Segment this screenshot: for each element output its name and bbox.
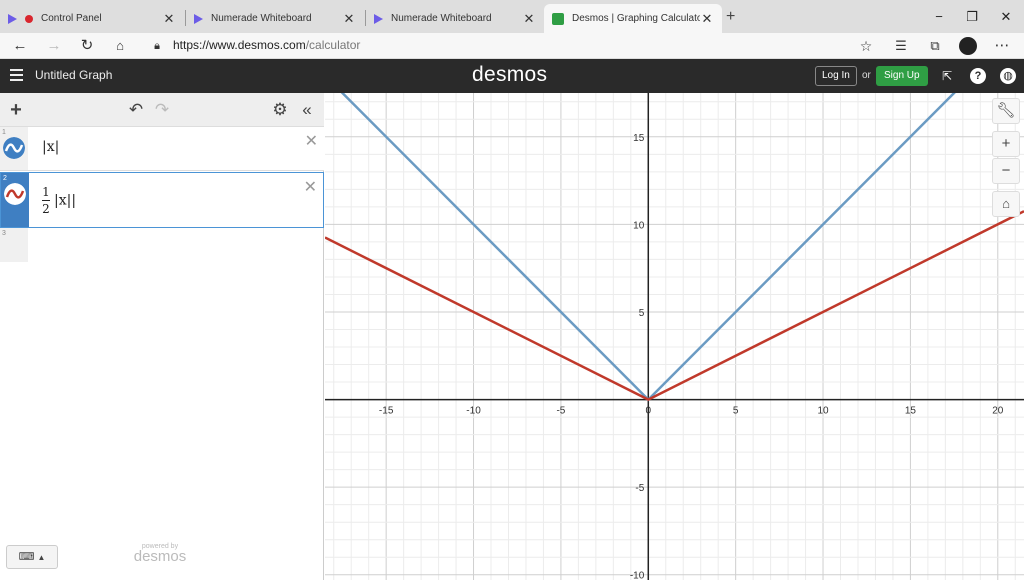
expression-number: 2: [3, 175, 7, 182]
desmos-favicon-icon: [552, 12, 564, 25]
expression-row-2[interactable]: 2 1 2 |x|| ✕: [0, 172, 324, 228]
fraction-denominator: 2: [42, 202, 50, 216]
refresh-icon[interactable]: ↻: [77, 36, 97, 56]
y-tick-label: 15: [633, 133, 645, 144]
settings-gear-icon[interactable]: ⚙: [270, 99, 290, 121]
y-tick-label: 10: [633, 220, 645, 231]
address-bar-row: ← → ↻ ⌂ 🔒︎ https://www.desmos.com/calcul…: [0, 33, 1024, 59]
x-tick-label: 5: [733, 406, 739, 417]
expression-number: 3: [2, 230, 6, 237]
fraction-bar: [42, 200, 50, 201]
home-icon[interactable]: ⌂: [110, 36, 130, 56]
expression-latex[interactable]: 1 2 |x||: [42, 185, 76, 216]
url-path: /calculator: [305, 38, 361, 52]
recording-dot-icon: [25, 14, 33, 23]
favorite-star-icon[interactable]: ☆: [856, 36, 876, 56]
x-tick-label: 10: [817, 406, 829, 417]
forward-arrow-icon[interactable]: →: [44, 36, 64, 56]
desmos-header: Untitled Graph desmos Log In or Sign Up …: [0, 59, 1024, 93]
undo-icon[interactable]: ↶: [126, 99, 146, 121]
profile-avatar[interactable]: [958, 36, 978, 56]
x-tick-label: 15: [905, 406, 917, 417]
caret-up-icon: ▲: [37, 553, 46, 562]
tab-numerade-whiteboard-2[interactable]: Numerade Whiteboard ✕: [366, 4, 544, 33]
collapse-panel-icon[interactable]: «: [297, 99, 317, 121]
expression-gutter: 1: [0, 127, 28, 170]
graph-title[interactable]: Untitled Graph: [35, 68, 112, 82]
expression-row-1[interactable]: 1 |x| ✕: [0, 127, 324, 171]
tab-title: Numerade Whiteboard: [211, 13, 312, 24]
tab-desmos[interactable]: Desmos | Graphing Calculator ✕: [544, 4, 722, 33]
graph-color-wave-icon[interactable]: [3, 137, 25, 159]
expression-toolbar: + ↶ ↷ ⚙ «: [0, 93, 324, 127]
keyboard-icon: ⌨: [18, 551, 35, 563]
numerade-logo-icon: [194, 13, 203, 24]
keyboard-toggle-button[interactable]: ⌨ ▲: [6, 545, 58, 569]
or-label: or: [862, 70, 871, 81]
expression-panel: + ↶ ↷ ⚙ « 1 |x| ✕ 2 1 2 |x|| ✕ 3 ⌨ ▲ pow…: [0, 93, 324, 580]
graph-settings-wrench-icon[interactable]: 🔧︎: [992, 98, 1020, 124]
url-field[interactable]: https://www.desmos.com/calculator: [173, 38, 360, 52]
graph-svg[interactable]: -15 -10 -5 0 5 10 15 20 -10 -5 5 10 15: [325, 93, 1024, 580]
browser-tab-strip: Control Panel ✕ Numerade Whiteboard ✕ Nu…: [0, 0, 1024, 33]
x-tick-label: -5: [556, 406, 565, 417]
numerade-logo-icon: [8, 13, 17, 24]
fraction-numerator: 1: [42, 185, 50, 199]
screen: Control Panel ✕ Numerade Whiteboard ✕ Nu…: [0, 0, 1024, 580]
default-zoom-home-icon[interactable]: ⌂: [992, 191, 1020, 217]
signup-button[interactable]: Sign Up: [876, 66, 928, 86]
x-tick-label: -15: [379, 406, 394, 417]
add-expression-icon[interactable]: +: [6, 99, 26, 121]
help-icon[interactable]: ?: [970, 68, 986, 84]
x-tick-label: 20: [992, 406, 1004, 417]
powered-by-brand: desmos: [133, 548, 187, 565]
desmos-logo: desmos: [472, 63, 548, 86]
new-expression-row[interactable]: 3: [0, 228, 28, 262]
graph-paper[interactable]: -15 -10 -5 0 5 10 15 20 -10 -5 5 10 15: [325, 93, 1024, 580]
collections-icon[interactable]: ⧉: [925, 36, 945, 56]
zoom-in-button[interactable]: +: [992, 131, 1020, 157]
globe-icon[interactable]: ◍: [1000, 68, 1016, 84]
close-window-button[interactable]: ✕: [991, 6, 1021, 28]
tab-title: Numerade Whiteboard: [391, 13, 492, 24]
lock-icon: 🔒︎: [154, 40, 160, 52]
more-options-icon[interactable]: ⋯: [992, 36, 1012, 56]
favorites-list-icon[interactable]: ☰: [891, 36, 911, 56]
expression-number: 1: [2, 129, 6, 136]
series-line-2: [325, 210, 1024, 401]
x-tick-label: 0: [646, 406, 652, 417]
delete-expression-icon[interactable]: ✕: [304, 177, 317, 197]
zoom-out-button[interactable]: −: [992, 158, 1020, 184]
expression-latex[interactable]: |x|: [42, 139, 59, 155]
x-tick-label: -10: [466, 406, 481, 417]
tab-numerade-whiteboard-1[interactable]: Numerade Whiteboard ✕: [186, 4, 364, 33]
y-tick-label: -10: [630, 571, 645, 580]
graph-color-wave-icon[interactable]: [4, 183, 26, 205]
back-arrow-icon[interactable]: ←: [10, 36, 30, 56]
y-tick-label: 5: [639, 308, 645, 319]
expression-body: |x||: [54, 192, 77, 209]
y-tick-label: -5: [635, 483, 644, 494]
tab-control-panel[interactable]: Control Panel ✕: [0, 4, 184, 33]
series-line-1: [340, 93, 956, 402]
tab-title: Control Panel: [41, 13, 102, 24]
new-tab-button[interactable]: +: [726, 6, 735, 28]
restore-button[interactable]: ❐: [957, 6, 987, 28]
login-button[interactable]: Log In: [815, 66, 857, 86]
powered-by-desmos: powered by desmos: [128, 543, 192, 564]
minimize-button[interactable]: −: [924, 6, 954, 28]
delete-expression-icon[interactable]: ✕: [305, 131, 318, 151]
numerade-logo-icon: [374, 13, 383, 24]
url-host: https://www.desmos.com: [173, 38, 306, 52]
fraction: 1 2: [42, 185, 50, 216]
redo-icon[interactable]: ↷: [152, 99, 172, 121]
menu-icon[interactable]: [10, 69, 23, 84]
tab-title: Desmos | Graphing Calculator: [572, 13, 700, 24]
close-tab-icon[interactable]: ✕: [162, 11, 176, 27]
share-icon[interactable]: ⇱: [939, 68, 955, 84]
close-tab-icon[interactable]: ✕: [522, 11, 536, 27]
close-tab-icon[interactable]: ✕: [700, 11, 714, 27]
expression-gutter: 2: [1, 173, 29, 227]
close-tab-icon[interactable]: ✕: [342, 11, 356, 27]
